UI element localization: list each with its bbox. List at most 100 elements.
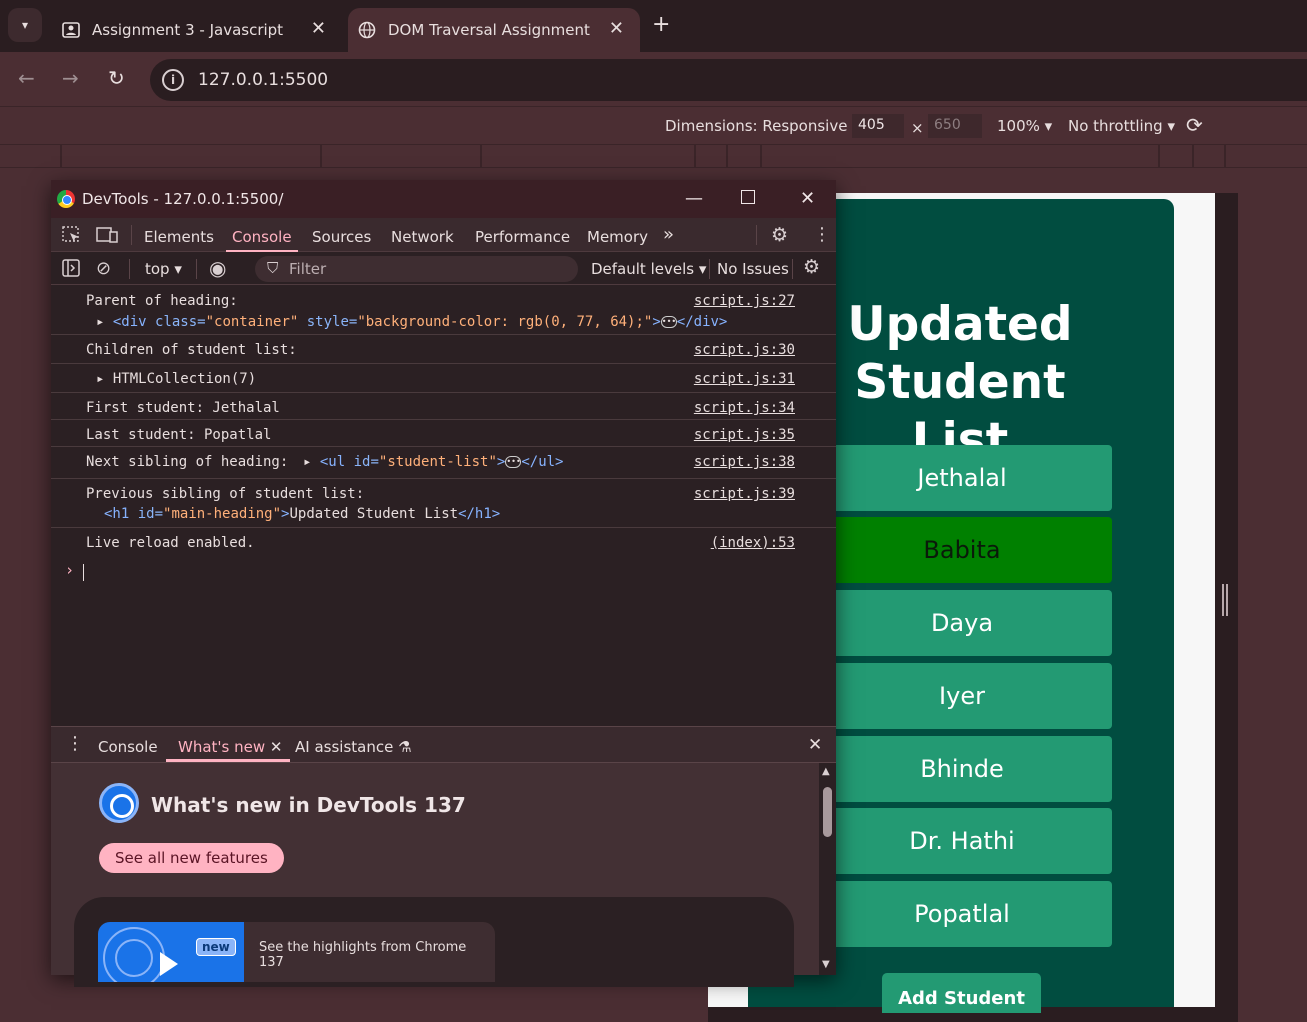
console-input[interactable] [83,564,84,581]
devtools-logo-icon [99,783,139,823]
devtools-drawer: ⋮ Console What's new ✕ AI assistance ⚗ ✕… [51,726,836,987]
tab-console[interactable]: Console [226,228,298,253]
page-heading: Updated Student List [847,297,1073,468]
dom-node-preview[interactable]: <h1 id="main-heading">Updated Student Li… [104,506,500,522]
console-message: First student: Jethalal script.js:34 [51,393,836,420]
drawer-menu-icon[interactable]: ⋮ [66,733,84,754]
device-toolbar: Dimensions: Responsive ▾ 405 × 650 100% … [0,106,1307,144]
console-message: Last student: Popatlal script.js:35 [51,420,836,447]
student-item: Popatlal [812,881,1112,947]
resize-handle[interactable] [1222,584,1228,616]
dom-node-preview[interactable]: ▸ <div class="container" style="backgrou… [96,314,727,330]
see-all-features-button[interactable]: See all new features [99,843,284,873]
maximize-icon[interactable] [741,190,755,204]
throttling-dropdown[interactable]: No throttling ▾ [1068,117,1175,135]
ellipsis-icon: ••• [505,456,522,468]
reload-icon[interactable]: ↻ [108,66,125,90]
tab-title: Assignment 3 - Javascript [92,21,284,39]
console-message[interactable]: ▸ HTMLCollection(7) script.js:31 [51,364,836,393]
ellipsis-icon: ••• [660,316,677,328]
tab-elements[interactable]: Elements [144,228,214,246]
address-bar[interactable]: i 127.0.0.1:5500 [150,59,1307,101]
tab-memory[interactable]: Memory [587,228,648,246]
live-expression-eye-icon[interactable]: ◉ [209,256,226,280]
console-message: Previous sibling of student list: script… [51,479,836,528]
scrollbar-thumb[interactable] [823,787,832,837]
console-output: Parent of heading: script.js:27 ▸ <div c… [51,286,836,726]
source-link[interactable]: script.js:35 [694,427,795,443]
devtools-window: DevTools - 127.0.0.1:5500/ — ✕ Elements … [51,180,836,987]
globe-icon [358,21,376,39]
site-info-icon[interactable]: i [162,69,184,91]
browser-tab-assignment[interactable]: Assignment 3 - Javascript ✕ [52,8,342,52]
minimize-icon[interactable]: — [685,188,703,209]
account-box-icon [62,21,80,39]
inspect-element-icon[interactable] [62,226,82,248]
dom-node-preview[interactable]: ▸ <ul id="student-list">•••</ul> [303,454,564,470]
devtools-title: DevTools - 127.0.0.1:5500/ [82,190,284,208]
drawer-scrollbar[interactable]: ▲ ▼ [819,763,836,975]
tab-sources[interactable]: Sources [312,228,371,246]
student-item: Daya [812,590,1112,656]
device-toggle-icon[interactable] [96,226,118,248]
student-item-highlighted: Babita [812,517,1112,583]
drawer-tab-console[interactable]: Console [98,738,158,756]
tab-network[interactable]: Network [391,228,454,246]
source-link[interactable]: script.js:27 [694,293,795,309]
flask-icon: ⚗ [398,738,412,756]
tab-search-dropdown-icon[interactable]: ▾ [8,8,42,42]
console-message: Parent of heading: script.js:27 ▸ <div c… [51,286,836,335]
highlight-item[interactable]: new See the highlights from Chrome 137 [98,922,495,982]
source-link[interactable]: (index):53 [711,535,795,551]
drawer-tab-ai-assistance[interactable]: AI assistance ⚗ [295,738,412,756]
clear-console-icon[interactable]: ⊘ [96,258,111,279]
close-tab-icon[interactable]: ✕ [311,18,326,39]
drawer-tab-whats-new[interactable]: What's new ✕ [165,738,292,762]
add-student-button[interactable]: Add Student [882,973,1041,1013]
drawer-tabbar: ⋮ Console What's new ✕ AI assistance ⚗ ✕ [51,727,836,763]
console-toolbar: ⊘ top ▾ ◉ ⛉ Filter Default levels ▾ No I… [51,252,836,285]
source-link[interactable]: script.js:38 [694,454,795,470]
issues-button[interactable]: No Issues [717,260,789,278]
scroll-up-icon: ▲ [822,766,830,777]
highlight-text: See the highlights from Chrome 137 [259,940,467,970]
url-text[interactable]: 127.0.0.1:5500 [198,70,328,90]
source-link[interactable]: script.js:39 [694,486,795,502]
console-settings-gear-icon[interactable]: ⚙ [803,256,820,278]
more-tabs-icon[interactable]: » [663,224,674,245]
zoom-dropdown[interactable]: 100% ▾ [997,117,1052,135]
student-item: Jethalal [812,445,1112,511]
source-link[interactable]: script.js:34 [694,400,795,416]
settings-gear-icon[interactable]: ⚙ [771,224,788,246]
close-window-icon[interactable]: ✕ [800,188,815,209]
times-sign: × [911,119,924,137]
close-tab-icon[interactable]: ✕ [609,18,624,39]
whats-new-title: What's new in DevTools 137 [151,793,466,817]
log-levels-dropdown[interactable]: Default levels ▾ [591,260,706,278]
browser-tab-dom-traversal[interactable]: DOM Traversal Assignment ✕ [348,8,640,52]
source-link[interactable]: script.js:31 [694,371,795,387]
tab-performance[interactable]: Performance [475,228,570,246]
sidebar-toggle-icon[interactable] [62,259,80,281]
console-message: Live reload enabled. (index):53 [86,535,795,551]
dimensions-dropdown[interactable]: Dimensions: Responsive ▾ [665,117,860,135]
height-input[interactable]: 650 [928,114,982,138]
back-arrow-icon[interactable]: ← [18,66,35,90]
devtools-tabbar: Elements Console Sources Network Perform… [51,218,836,253]
width-input[interactable]: 405 [852,114,904,138]
tab-title: DOM Traversal Assignment [388,21,590,39]
forward-arrow-icon[interactable]: → [62,66,79,90]
media-query-ruler [0,144,1307,168]
highlight-thumbnail: new [98,922,244,982]
rotate-icon[interactable]: ⟳ [1186,113,1203,137]
devtools-titlebar: DevTools - 127.0.0.1:5500/ — ✕ [51,180,836,218]
student-item: Dr. Hathi [812,808,1112,874]
source-link[interactable]: script.js:30 [694,342,795,358]
close-drawer-icon[interactable]: ✕ [808,735,822,755]
whats-new-panel: What's new in DevTools 137 See all new f… [51,763,819,987]
more-options-icon[interactable]: ⋮ [813,224,831,245]
filter-input[interactable]: ⛉ Filter [255,256,578,282]
new-tab-icon[interactable]: + [652,12,670,37]
context-selector[interactable]: top ▾ [145,260,182,278]
student-item: Bhinde [812,736,1112,802]
